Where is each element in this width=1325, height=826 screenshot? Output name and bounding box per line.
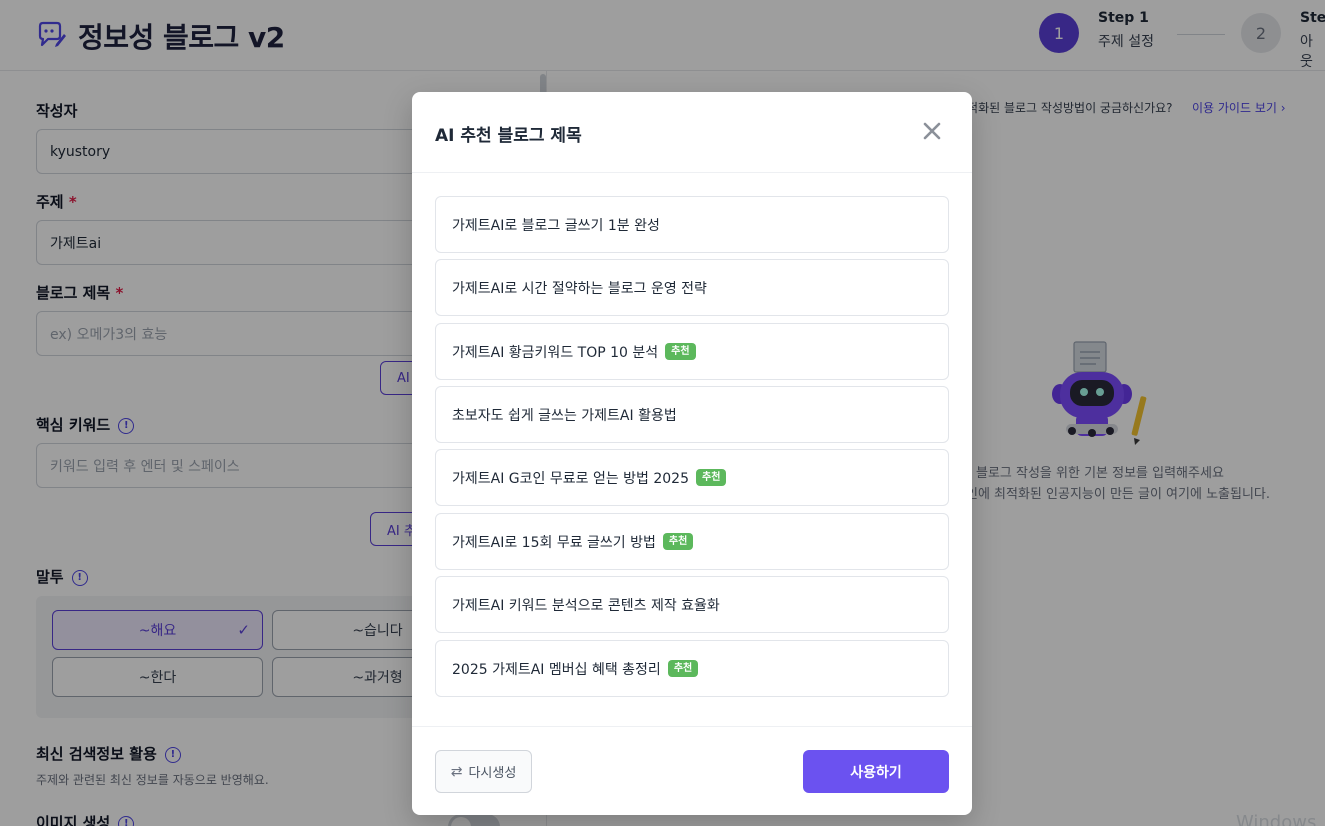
suggestion-item[interactable]: 가제트AI로 블로그 글쓰기 1분 완성: [435, 196, 949, 253]
suggestion-item[interactable]: 가제트AI G코인 무료로 얻는 방법 2025 추천: [435, 449, 949, 506]
suggestion-item[interactable]: 가제트AI 키워드 분석으로 콘텐츠 제작 효율화: [435, 576, 949, 633]
suggestion-text: 가제트AI 황금키워드 TOP 10 분석: [452, 344, 659, 361]
suggestion-item[interactable]: 가제트AI로 15회 무료 글쓰기 방법 추천: [435, 513, 949, 570]
suggestion-item[interactable]: 초보자도 쉽게 글쓰는 가제트AI 활용법: [435, 386, 949, 443]
modal-title: AI 추천 블로그 제목: [435, 126, 582, 146]
close-icon[interactable]: [920, 119, 944, 143]
suggestion-text: 가제트AI로 시간 절약하는 블로그 운영 전략: [452, 280, 707, 297]
use-button[interactable]: 사용하기: [803, 750, 949, 793]
refresh-icon: ⇄: [450, 763, 463, 780]
suggestion-text: 가제트AI G코인 무료로 얻는 방법 2025: [452, 470, 689, 487]
recommended-badge: 추천: [696, 469, 727, 486]
suggestion-text: 가제트AI로 15회 무료 글쓰기 방법: [452, 534, 656, 551]
regenerate-button[interactable]: ⇄ 다시생성: [435, 750, 532, 793]
regenerate-label: 다시생성: [468, 766, 517, 781]
recommended-badge: 추천: [662, 533, 694, 550]
suggestion-text: 2025 가제트AI 멤버십 혜택 총정리: [452, 661, 661, 678]
ai-title-suggestions-modal: AI 추천 블로그 제목 가제트AI로 블로그 글쓰기 1분 완성 가제트AI로…: [412, 92, 972, 815]
suggestion-text: 가제트AI 키워드 분석으로 콘텐츠 제작 효율화: [452, 597, 720, 614]
recommended-badge: 추천: [665, 343, 696, 360]
modal-divider: [412, 726, 972, 727]
suggestion-item[interactable]: 가제트AI로 시간 절약하는 블로그 운영 전략: [435, 259, 949, 316]
recommended-badge: 추천: [667, 660, 699, 677]
suggestion-text: 가제트AI로 블로그 글쓰기 1분 완성: [452, 217, 660, 234]
suggestion-text: 초보자도 쉽게 글쓰는 가제트AI 활용법: [452, 407, 677, 424]
suggestion-item[interactable]: 2025 가제트AI 멤버십 혜택 총정리 추천: [435, 640, 949, 697]
modal-divider: [412, 172, 972, 173]
suggestion-item[interactable]: 가제트AI 황금키워드 TOP 10 분석 추천: [435, 323, 949, 380]
